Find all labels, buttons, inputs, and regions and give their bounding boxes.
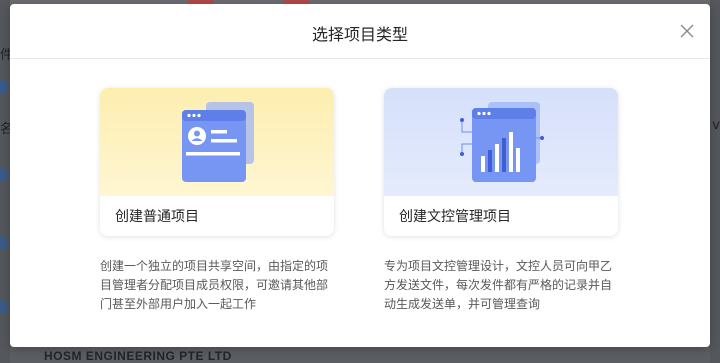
modal-header: 选择项目类型 [10,4,710,59]
normal-project-description: 创建一个独立的项目共享空间，由指定的项目管理者分配项目成员权限，可邀请其他部门甚… [100,259,329,311]
doc-control-project-illustration [384,88,618,196]
normal-project-illustration [100,88,334,196]
create-doc-control-project-card[interactable]: 创建文控管理项目 [384,88,618,236]
background-right-edge [710,0,720,363]
bar-chart-window-icon [460,102,544,182]
normal-project-title: 创建普通项目 [115,209,199,225]
close-button[interactable] [678,22,696,40]
doc-control-project-title: 创建文控管理项目 [399,209,511,225]
profile-window-icon [182,102,254,182]
modal-title: 选择项目类型 [311,25,408,44]
background-right-text: v [712,118,720,133]
project-type-modal: 选择项目类型 创建普通项目 创建一个独立的项目共享空间，由指定的项目管理者分配项… [10,4,710,347]
close-icon [680,24,694,38]
background-company-name: HOSM ENGINEERING PTE LTD [44,349,232,363]
doc-control-project-description: 专为项目文控管理设计，文控人员可向甲乙方发送文件，每次发件都有严格的记录并自动生… [384,259,613,311]
create-normal-project-card[interactable]: 创建普通项目 [100,88,334,236]
